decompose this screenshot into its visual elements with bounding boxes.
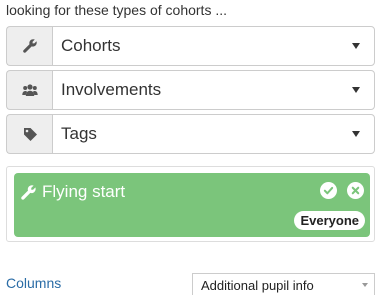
cohorts-select-label: Cohorts bbox=[61, 36, 121, 55]
cohorts-select[interactable]: Cohorts bbox=[52, 26, 375, 66]
cohort-title: Flying start bbox=[20, 182, 125, 202]
cohort-card: Flying start Everyone bbox=[14, 173, 370, 237]
users-icon bbox=[6, 70, 52, 110]
chevron-down-icon bbox=[352, 87, 360, 93]
involvements-filter: Involvements bbox=[6, 70, 375, 110]
tag-icon bbox=[6, 114, 52, 154]
tags-select[interactable]: Tags bbox=[52, 114, 375, 154]
remove-button[interactable] bbox=[347, 182, 364, 199]
columns-select-value: Additional pupil info bbox=[201, 278, 314, 293]
check-icon bbox=[323, 186, 334, 195]
cohort-title-label: Flying start bbox=[42, 182, 126, 201]
chevron-down-icon bbox=[352, 131, 360, 137]
tags-filter: Tags bbox=[6, 114, 375, 154]
wrench-icon bbox=[20, 184, 37, 201]
wrench-icon bbox=[6, 26, 52, 66]
chevron-down-icon bbox=[362, 283, 368, 287]
involvements-select-label: Involvements bbox=[61, 80, 162, 99]
cohorts-filter: Cohorts bbox=[6, 26, 375, 66]
section-heading: looking for these types of cohorts ... bbox=[6, 2, 228, 18]
confirm-button[interactable] bbox=[320, 182, 337, 199]
selected-cohorts-area: Flying start Everyone bbox=[6, 166, 375, 242]
columns-select[interactable]: Additional pupil info bbox=[192, 273, 375, 295]
involvements-select[interactable]: Involvements bbox=[52, 70, 375, 110]
tags-select-label: Tags bbox=[61, 124, 97, 143]
chevron-down-icon bbox=[352, 43, 360, 49]
audience-badge[interactable]: Everyone bbox=[294, 211, 365, 230]
columns-label: Columns bbox=[6, 275, 62, 291]
close-icon bbox=[351, 186, 360, 195]
